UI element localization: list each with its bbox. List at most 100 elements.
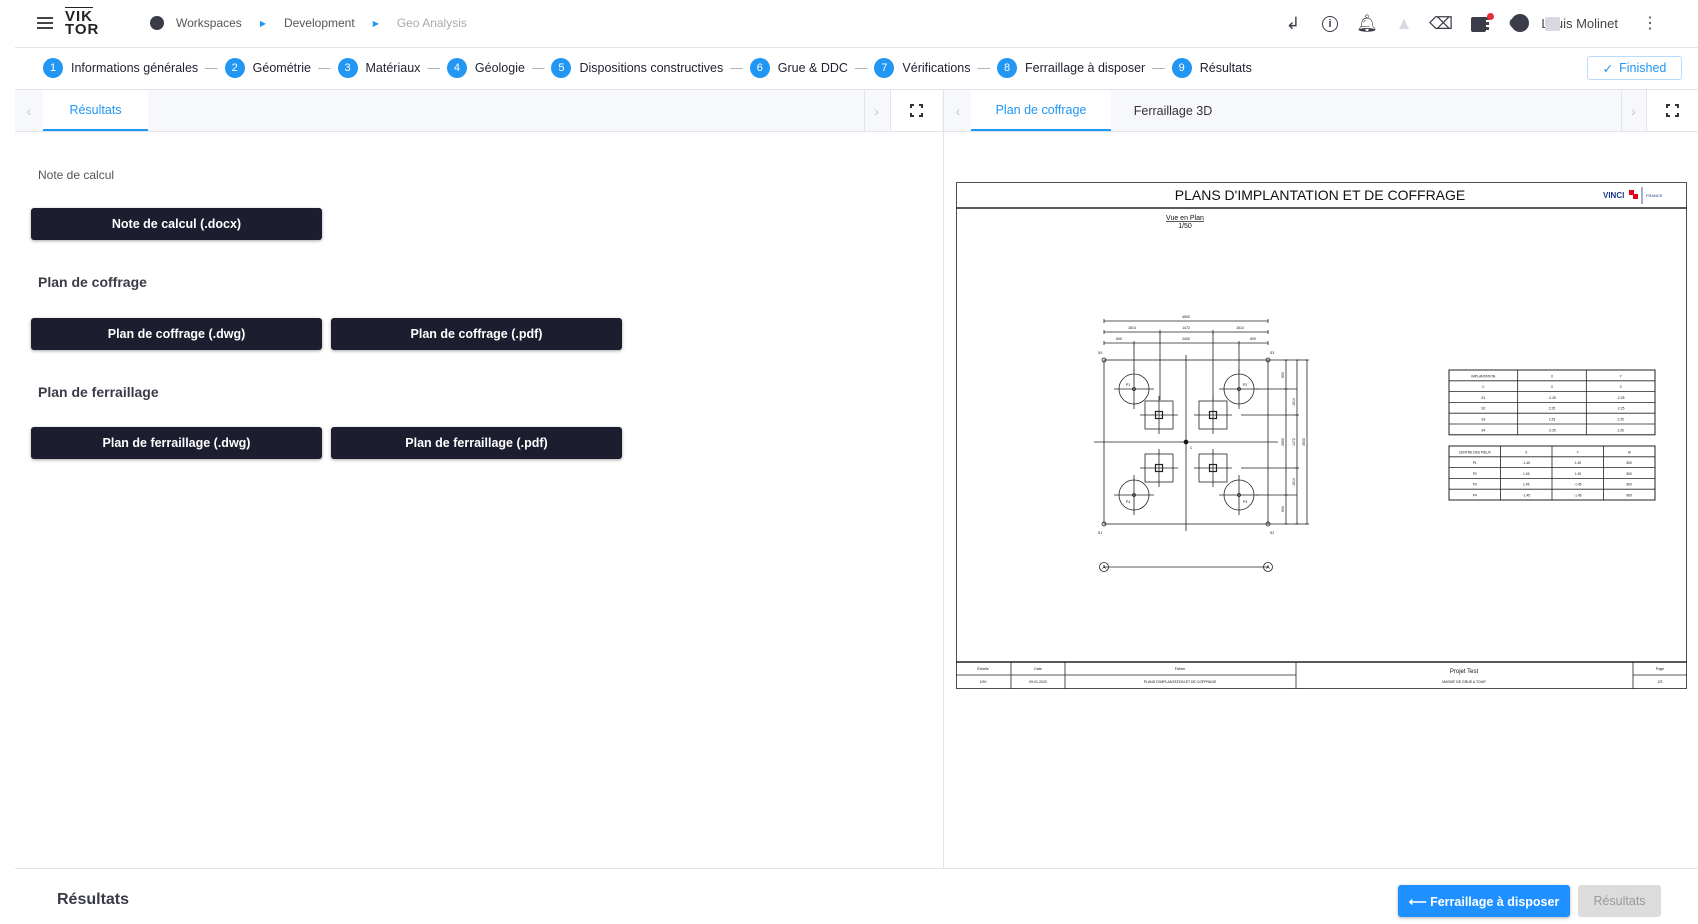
- table-cell: -1.45: [1522, 494, 1530, 498]
- tab-plan-de-coffrage[interactable]: Plan de coffrage: [971, 90, 1111, 131]
- step-4[interactable]: 4 Géologie: [446, 58, 525, 78]
- step-separator: —: [531, 61, 545, 75]
- table-cell: X: [1551, 374, 1554, 378]
- breadcrumb-workspaces[interactable]: Workspaces: [176, 16, 242, 30]
- more-vertical-icon[interactable]: ⋮: [1642, 13, 1658, 33]
- table-cell: -1.45: [1574, 483, 1582, 487]
- table-cell: Y: [1577, 450, 1580, 454]
- download-ferraillage-pdf-button[interactable]: Plan de ferraillage (.pdf): [331, 427, 622, 459]
- pile-label: P3: [1243, 500, 1247, 504]
- step-number: 6: [749, 58, 770, 78]
- download-coffrage-dwg-button[interactable]: Plan de coffrage (.dwg): [31, 318, 322, 350]
- chevron-left-icon[interactable]: ‹: [17, 90, 41, 131]
- drawing-label: 1514: [1292, 478, 1296, 486]
- step-bar: 1 Informations générales — 2 Géométrie — 3 Maté…: [15, 48, 1698, 90]
- step-7[interactable]: 7 Vérifications: [874, 58, 971, 78]
- step-3[interactable]: 3 Matériaux: [337, 58, 420, 78]
- table-cell: 800: [1626, 461, 1632, 465]
- finished-label: Finished: [1619, 61, 1667, 75]
- center-label: C: [1190, 446, 1193, 450]
- left-tab-bar: ‹ Résultats ›: [15, 90, 943, 132]
- fullscreen-button[interactable]: [890, 90, 942, 131]
- table-cell: -2.25: [1548, 428, 1556, 432]
- step-6[interactable]: 6 Grue & DDC: [749, 58, 848, 78]
- step-number: 8: [997, 58, 1018, 78]
- table-cell: X: [1525, 450, 1528, 454]
- step-label: Résultats: [1199, 61, 1252, 75]
- menu-icon[interactable]: [37, 17, 53, 29]
- step-separator: —: [318, 61, 331, 75]
- drawing-label: 2800: [1281, 438, 1285, 446]
- tab-resultats[interactable]: Résultats: [43, 90, 148, 131]
- step-number: 4: [446, 58, 467, 78]
- history-icon[interactable]: ↺: [1505, 14, 1525, 34]
- corner-label: S3: [1270, 351, 1274, 355]
- download-note-docx-button[interactable]: Note de calcul (.docx): [31, 208, 322, 240]
- table-cell: 0: [1620, 385, 1622, 389]
- table-cell: Ø: [1628, 450, 1631, 454]
- table-cell: 1.45: [1575, 472, 1582, 476]
- table-cell: IMPLANTATION: [1471, 374, 1495, 378]
- drawing-label: 1514: [1128, 326, 1136, 330]
- table-cell: 1.45: [1575, 461, 1582, 465]
- section-label: A: [1266, 565, 1270, 571]
- drawing-label: 2/3: [1658, 680, 1663, 684]
- plan-de-coffrage-drawing: PLANS D'IMPLANTATION ET DE COFFRAGE VINC…: [956, 182, 1687, 689]
- table-cell: -2.25: [1548, 396, 1556, 400]
- coordinate-tables: IMPLANTATION X Y C 0 0 S1 -2.25 -2.25 S2 2.25 -2.25…: [1448, 369, 1656, 501]
- step-list: 1 Informations générales — 2 Géométrie — 3 Maté…: [43, 58, 1252, 78]
- drawing-label: 1514: [1292, 398, 1296, 406]
- previous-step-button[interactable]: ⟵ Ferraillage à disposer: [1398, 885, 1570, 917]
- chevron-left-icon[interactable]: ‹: [946, 90, 970, 131]
- step-number: 2: [224, 58, 245, 78]
- drawing-label: 4500: [1302, 438, 1306, 446]
- fullscreen-button[interactable]: [1646, 90, 1698, 131]
- step-separator: —: [854, 61, 868, 75]
- drawing-label: 1/50: [980, 680, 987, 684]
- workspaces-icon: [150, 16, 164, 30]
- step-8[interactable]: 8 Ferraillage à disposer: [997, 58, 1145, 78]
- step-1[interactable]: 1 Informations générales: [43, 58, 198, 78]
- step-separator: —: [1152, 61, 1165, 75]
- plan-de-coffrage-heading: Plan de coffrage: [38, 274, 147, 290]
- chevron-right-icon[interactable]: ›: [1621, 90, 1645, 131]
- download-coffrage-pdf-button[interactable]: Plan de coffrage (.pdf): [331, 318, 622, 350]
- tab-ferraillage-3d[interactable]: Ferraillage 3D: [1111, 90, 1235, 131]
- clear-icon[interactable]: ⌫: [1429, 14, 1453, 34]
- table-cell: 800: [1626, 494, 1632, 498]
- save-icon[interactable]: [1468, 14, 1488, 34]
- step-separator: —: [977, 61, 991, 75]
- table-cell: 800: [1626, 483, 1632, 487]
- pile-label: P1: [1126, 383, 1130, 387]
- drawing-label: 1514: [1236, 326, 1244, 330]
- viktor-logo[interactable]: VIK TOR: [65, 9, 100, 38]
- table-cell: P4: [1473, 494, 1477, 498]
- table-cell: Y: [1620, 374, 1623, 378]
- download-ferraillage-dwg-button[interactable]: Plan de ferraillage (.dwg): [31, 427, 322, 459]
- corner-label: S1: [1098, 531, 1102, 535]
- table-cell: -2.25: [1617, 396, 1625, 400]
- breadcrumb-development[interactable]: Development: [284, 16, 355, 30]
- drawing-title: PLANS D'IMPLANTATION ET DE COFFRAGE: [1175, 187, 1466, 203]
- chevron-right-icon[interactable]: ›: [864, 90, 888, 131]
- drawing-label: 1472: [1182, 326, 1190, 330]
- finished-button[interactable]: ✓ Finished: [1587, 56, 1682, 80]
- return-icon[interactable]: ↲: [1283, 14, 1303, 34]
- step-label: Vérifications: [902, 61, 971, 75]
- info-icon[interactable]: i: [1320, 14, 1340, 34]
- chevron-right-icon: ▶: [372, 18, 379, 28]
- table-cell: -1.45: [1574, 494, 1582, 498]
- pane-divider[interactable]: [943, 90, 944, 868]
- toolbar: ↲ i 🔔︎ ▲ ⌫ ↺: [1283, 14, 1562, 34]
- inbox-icon: [1542, 14, 1562, 34]
- logo-line-2: TOR: [65, 21, 100, 38]
- step-9[interactable]: 9 Résultats: [1171, 58, 1252, 78]
- table-cell: 2.25: [1549, 407, 1556, 411]
- table-cell: S1: [1481, 396, 1485, 400]
- bell-icon[interactable]: 🔔︎: [1356, 14, 1378, 34]
- vinci-logo: VINCI FRANCE: [1603, 187, 1663, 204]
- step-label: Géologie: [474, 61, 525, 75]
- step-2[interactable]: 2 Géométrie: [224, 58, 311, 78]
- step-5[interactable]: 5 Dispositions constructives: [551, 58, 723, 78]
- table-cell: P2: [1473, 472, 1477, 476]
